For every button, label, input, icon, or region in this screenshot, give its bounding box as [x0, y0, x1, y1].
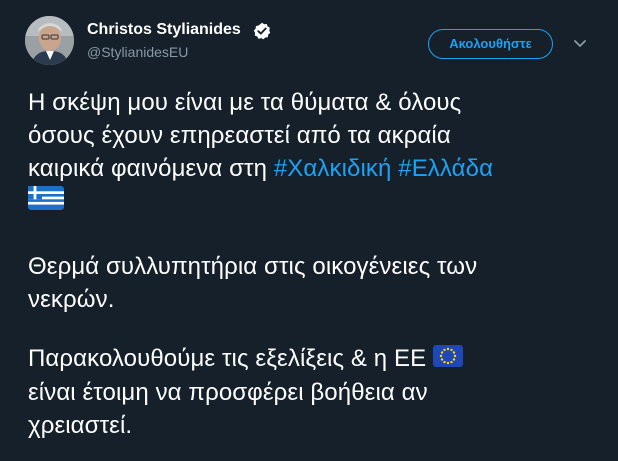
tweet-line: είναι έτοιμη να προσφέρει βοήθεια αν [28, 379, 428, 407]
tweet-paragraph-3: Παρακολουθούμε τις εξελίξεις & η ΕΕ είνα… [28, 342, 608, 442]
tweet-line: Θερμά συλλυπητήρια στις οικογένειες των [28, 253, 478, 280]
greek-flag-icon [28, 185, 64, 220]
tweet-line: Παρακολουθούμε τις εξελίξεις & η ΕΕ [28, 342, 608, 376]
tweet-line: χρειαστεί. [28, 412, 133, 440]
tweet-line: καιρικά φαινόμενα στη #Χαλκιδική #Ελλάδα [28, 152, 608, 185]
author-name[interactable]: Christos Stylianides [87, 21, 241, 39]
tweet-line: νεκρών. [28, 286, 115, 313]
tweet-line [28, 185, 608, 220]
hashtag-link[interactable]: #Χαλκιδική [274, 155, 392, 182]
chevron-down-icon[interactable] [571, 36, 589, 50]
avatar[interactable] [25, 16, 74, 65]
follow-button[interactable]: Ακολουθήστε [428, 29, 553, 59]
tweet-card: Christos Stylianides @StylianidesEU Ακολ… [0, 0, 618, 461]
eu-flag-icon [432, 343, 463, 376]
tweet-text-segment: καιρικά φαινόμενα στη [28, 155, 274, 182]
verified-badge-icon [253, 22, 271, 40]
tweet-text-segment: Παρακολουθούμε τις εξελίξεις & η ΕΕ [28, 345, 427, 372]
tweet-line: όσους έχουν επηρεαστεί από τα ακραία [28, 122, 451, 149]
hashtag-link[interactable]: #Ελλάδα [398, 155, 493, 182]
tweet-paragraph-1: Η σκέψη μου είναι με τα θύματα & όλους ό… [28, 86, 608, 220]
tweet-line: Η σκέψη μου είναι με τα θύματα & όλους [28, 89, 462, 116]
tweet-paragraph-2: Θερμά συλλυπητήρια στις οικογένειες των … [28, 250, 608, 316]
author-handle[interactable]: @StylianidesEU [87, 44, 188, 60]
